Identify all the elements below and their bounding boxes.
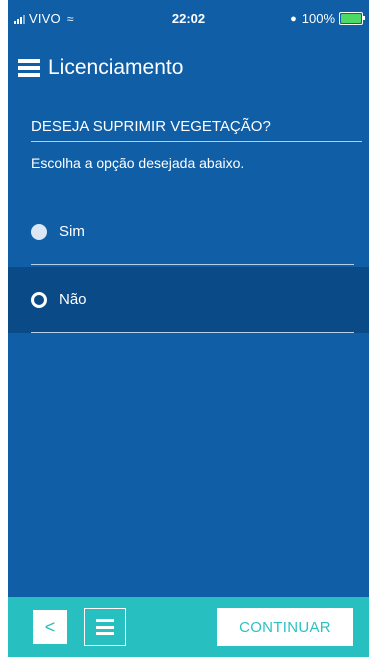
status-right: ● 100% (290, 11, 365, 26)
radio-checked-icon[interactable] (31, 291, 47, 308)
page-title: Licenciamento (48, 56, 184, 79)
status-bar: VIVO ≈ 22:02 ● 100% (8, 0, 369, 34)
alarm-icon: ● (290, 12, 297, 25)
option-nao[interactable]: Não (8, 267, 369, 333)
bottom-toolbar: < CONTINUAR (8, 597, 369, 657)
question-title: DESEJA SUPRIMIR VEGETAÇÃO? (31, 118, 362, 142)
option-label: Não (59, 291, 87, 308)
option-label: Sim (59, 223, 85, 240)
app-screen: VIVO ≈ 22:02 ● 100% Licenciamento DESEJA… (8, 0, 369, 657)
battery-percent: 100% (301, 11, 335, 26)
radio-unchecked-icon[interactable] (31, 223, 47, 240)
option-sim[interactable]: Sim (8, 199, 369, 265)
hamburger-menu-icon[interactable] (18, 59, 40, 77)
list-menu-button[interactable] (84, 608, 126, 646)
back-button[interactable]: < (33, 610, 67, 644)
app-header: Licenciamento (18, 56, 183, 80)
list-icon (96, 619, 114, 635)
continue-button[interactable]: CONTINUAR (217, 608, 353, 646)
question-subtitle: Escolha a opção desejada abaixo. (31, 155, 245, 171)
option-sim-content: Sim (31, 199, 354, 265)
battery-icon (339, 12, 365, 25)
option-nao-content: Não (31, 267, 354, 333)
